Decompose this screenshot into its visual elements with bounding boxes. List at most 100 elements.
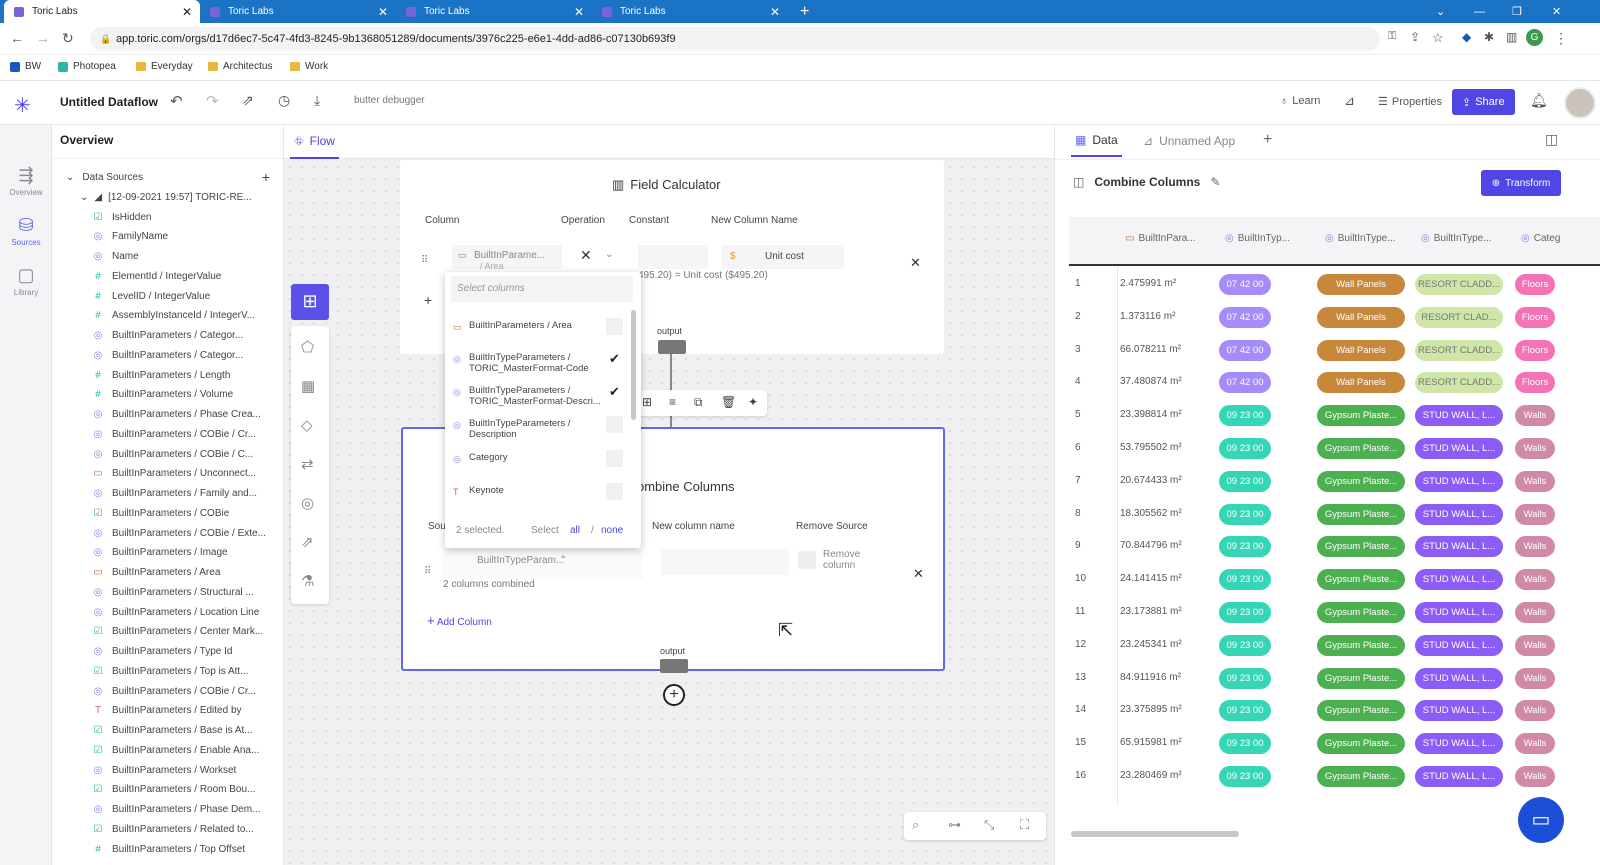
bookmark-item[interactable]: BW xyxy=(10,61,41,72)
add-icon[interactable]: + xyxy=(424,292,432,308)
star-icon[interactable]: ☆ xyxy=(1432,30,1444,46)
settings-icon[interactable]: ≡ xyxy=(669,395,676,409)
table-row[interactable]: 12 23.245341 m² 09 23 00 Gypsum Plaste... ST… xyxy=(1069,629,1600,662)
source-field-row[interactable]: ▭ BuiltInParameters / Area xyxy=(52,563,283,583)
history-icon[interactable]: ◷ xyxy=(278,92,290,109)
source-field-row[interactable]: ☑ BuiltInParameters / Related to... xyxy=(52,819,283,839)
fit-icon[interactable]: ⤡ xyxy=(984,817,994,833)
table-row[interactable]: 8 18.305562 m² 09 23 00 Gypsum Plaste... STU… xyxy=(1069,498,1600,531)
source-field-row[interactable]: T BuiltInParameters / Edited by xyxy=(52,701,283,721)
share-button[interactable]: ⇪ Share xyxy=(1452,89,1515,115)
dropdown-option[interactable]: ▭ BuiltInParameters / Area xyxy=(453,318,633,346)
checkmark-icon[interactable]: ✔ xyxy=(606,350,623,367)
table-row[interactable]: 6 53.795502 m² 09 23 00 Gypsum Plaste... STU… xyxy=(1069,432,1600,465)
source-field-row[interactable]: # ElementId / IntegerValue xyxy=(52,266,283,286)
source-field-row[interactable]: ▭ BuiltInParameters / Unconnect... xyxy=(52,464,283,484)
lightbulb-icon[interactable]: ✦ xyxy=(748,395,758,409)
fullscreen-icon[interactable]: ⛶ xyxy=(1020,817,1029,833)
table-row[interactable]: 7 20.674433 m² 09 23 00 Gypsum Plaste... STU… xyxy=(1069,465,1600,498)
source-field-row[interactable]: # BuiltInParameters / Volume xyxy=(52,385,283,405)
add-source-icon[interactable]: + xyxy=(262,169,270,185)
bookmark-item[interactable]: Work xyxy=(290,61,328,72)
source-field-row[interactable]: ☑ BuiltInParameters / Base is At... xyxy=(52,721,283,741)
option-checkbox[interactable] xyxy=(606,416,623,433)
constant-input[interactable] xyxy=(638,245,708,269)
source-field-row[interactable]: ◎ BuiltInParameters / Type Id xyxy=(52,642,283,662)
source-field-row[interactable]: ◎ BuiltInParameters / Location Line xyxy=(52,602,283,622)
new-tab-icon[interactable]: + xyxy=(800,0,809,23)
option-checkbox[interactable] xyxy=(606,318,623,335)
back-icon[interactable]: ← xyxy=(10,30,24,46)
option-checkbox[interactable] xyxy=(606,483,623,500)
table-row[interactable]: 3 66.078211 m² 07 42 00 Wall Panels RESORT C… xyxy=(1069,334,1600,367)
source-file-row[interactable]: ⌄ ◢ [12-09-2021 19:57] TORIC-RE... xyxy=(52,187,283,207)
close-icon[interactable]: ✕ xyxy=(182,5,192,19)
select-none-link[interactable]: none xyxy=(601,525,623,536)
source-field-row[interactable]: ◎ BuiltInParameters / COBie / Cr... xyxy=(52,681,283,701)
bookmark-item[interactable]: Architectus xyxy=(208,61,272,72)
new-column-name-input[interactable] xyxy=(661,549,789,575)
chevron-down-icon[interactable]: ⌄ xyxy=(605,249,613,260)
rail-overview[interactable]: ⇶ Overview xyxy=(6,165,46,197)
remove-column-checkbox[interactable] xyxy=(798,551,816,569)
transform-button[interactable]: ⊕ Transform xyxy=(1481,170,1561,196)
share-page-icon[interactable]: ⇪ xyxy=(1410,30,1420,44)
tab-flow[interactable]: ⛗ Flow xyxy=(290,125,339,159)
extension-icon[interactable]: ◆ xyxy=(1462,30,1471,44)
bookmark-item[interactable]: Everyday xyxy=(136,61,193,72)
table-row[interactable]: 15 65.915981 m² 09 23 00 Gypsum Plaste... ST… xyxy=(1069,727,1600,760)
source-field-row[interactable]: ◎ BuiltInParameters / Phase Crea... xyxy=(52,405,283,425)
checkmark-icon[interactable]: ✔ xyxy=(606,383,623,400)
properties-button[interactable]: ☰ Properties xyxy=(1378,95,1442,109)
data-sources-row[interactable]: ⌄ Data Sources + xyxy=(52,167,283,187)
dropdown-option[interactable]: T Keynote xyxy=(453,483,633,511)
url-field[interactable]: 🔒 app.toric.com/orgs/d17d6ec7-5c47-4fd3-8… xyxy=(90,27,1380,51)
flask-icon[interactable]: ⚗ xyxy=(301,572,314,590)
source-columns-select[interactable]: BuiltInTypeParam... ⌃ xyxy=(443,549,643,579)
source-field-row[interactable]: ◎ BuiltInParameters / COBie / Cr... xyxy=(52,424,283,444)
table-row[interactable]: 10 24.141415 m² 09 23 00 Gypsum Plaste... ST… xyxy=(1069,563,1600,596)
browser-tab[interactable]: Toric Labs ✕ xyxy=(396,0,592,23)
table-row[interactable]: 4 37.480874 m² 07 42 00 Wall Panels RESORT C… xyxy=(1069,366,1600,399)
option-checkbox[interactable] xyxy=(606,450,623,467)
browser-tab[interactable]: Toric Labs ✕ xyxy=(200,0,396,23)
multiply-icon[interactable]: ✕ xyxy=(580,247,592,264)
source-field-row[interactable]: ☑ BuiltInParameters / Room Bou... xyxy=(52,780,283,800)
window-close-icon[interactable]: ✕ xyxy=(1552,0,1561,23)
remove-row-icon[interactable]: ✕ xyxy=(910,255,921,271)
add-tab-icon[interactable]: + xyxy=(1263,131,1272,149)
globe-icon[interactable]: ◎ xyxy=(301,494,314,512)
source-field-row[interactable]: ☑ IsHidden xyxy=(52,207,283,227)
bookmark-item[interactable]: Photopea xyxy=(58,61,116,72)
output-port[interactable] xyxy=(660,659,688,673)
layout-icon[interactable]: ⊶ xyxy=(948,817,961,833)
profile-avatar[interactable]: G xyxy=(1526,29,1543,46)
export-icon[interactable]: ⇗ xyxy=(242,92,254,109)
source-field-row[interactable]: ◎ BuiltInParameters / Family and... xyxy=(52,484,283,504)
trash-icon[interactable]: 🗑︎ xyxy=(721,395,736,409)
drag-handle-icon[interactable]: ⠿ xyxy=(424,566,431,577)
dropdown-option[interactable]: ◎ BuiltInTypeParameters / Description xyxy=(453,416,633,444)
browser-tab[interactable]: Toric Labs ✕ xyxy=(592,0,788,23)
table-row[interactable]: 16 23.280469 m² 09 23 00 Gypsum Plaste... ST… xyxy=(1069,760,1600,793)
user-avatar[interactable] xyxy=(1564,87,1596,119)
redo-icon[interactable]: ↷ xyxy=(206,92,219,110)
export-icon[interactable]: ⇗ xyxy=(301,533,314,551)
add-node-icon[interactable]: + xyxy=(663,684,685,706)
zoom-icon[interactable]: ⌕ xyxy=(912,817,919,833)
close-icon[interactable]: ✕ xyxy=(574,5,584,19)
toric-logo-icon[interactable]: ✳ xyxy=(14,93,31,118)
duplicate-icon[interactable]: ⧉ xyxy=(694,395,703,410)
puzzle-icon[interactable]: ✱ xyxy=(1484,30,1494,44)
source-field-row[interactable]: ◎ BuiltInParameters / Workset xyxy=(52,760,283,780)
bell-icon[interactable]: 🔔︎ xyxy=(1530,92,1548,109)
source-field-row[interactable]: ◎ BuiltInParameters / Image xyxy=(52,543,283,563)
browser-tab[interactable]: Toric Labs ✕ xyxy=(4,0,200,23)
source-field-row[interactable]: ☑ BuiltInParameters / COBie xyxy=(52,503,283,523)
table-row[interactable]: 1 2.475991 m² 07 42 00 Wall Panels RESORT CL… xyxy=(1069,268,1600,301)
source-field-row[interactable]: ◎ BuiltInParameters / Phase Dem... xyxy=(52,800,283,820)
table-row[interactable]: 13 84.911916 m² 09 23 00 Gypsum Plaste... ST… xyxy=(1069,662,1600,695)
output-port[interactable] xyxy=(658,340,686,354)
rail-library[interactable]: ▢ Library xyxy=(6,265,46,297)
select-columns-search[interactable]: Select columns xyxy=(451,276,633,302)
